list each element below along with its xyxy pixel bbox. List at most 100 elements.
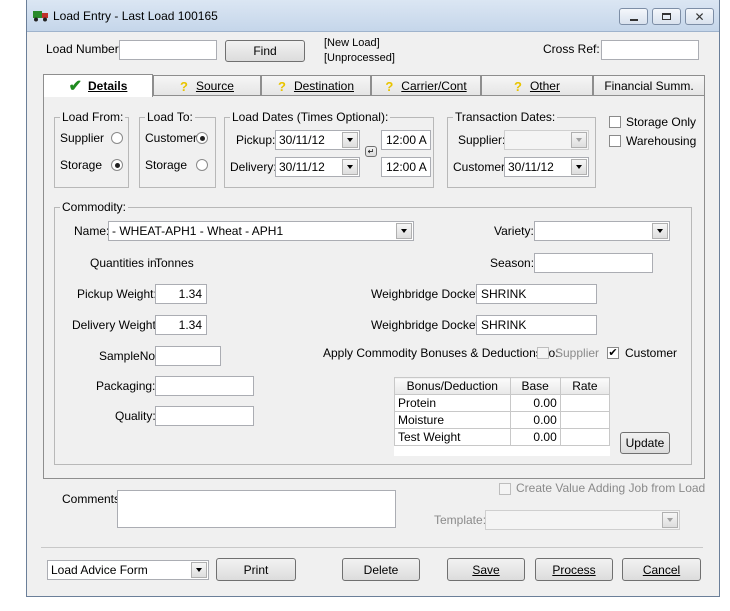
delivery-weight-input[interactable]: 1.34 (155, 315, 207, 335)
tab-details[interactable]: ✔ Details (43, 74, 153, 97)
transaction-dates-legend: Transaction Dates: (453, 110, 558, 124)
delete-button[interactable]: Delete (342, 558, 420, 581)
chevron-down-icon[interactable] (396, 223, 412, 239)
title-bar[interactable]: Load Entry - Last Load 100165 ✕ (27, 0, 719, 32)
tab-source[interactable]: ? Source (153, 75, 261, 96)
delivery-time-input[interactable]: 12:00 A (381, 157, 431, 177)
delivery-date-combo[interactable]: 30/11/12 (275, 157, 360, 177)
storage-only-checkbox[interactable] (609, 116, 621, 128)
print-button[interactable]: Print (216, 558, 296, 581)
save-button[interactable]: Save (447, 558, 525, 581)
transaction-customer-combo[interactable]: 30/11/12 (504, 157, 589, 177)
bonus-name-cell: Protein (394, 394, 511, 412)
season-input[interactable] (534, 253, 653, 273)
update-button[interactable]: Update (620, 432, 670, 454)
comments-textarea[interactable] (117, 490, 396, 528)
load-to-legend: Load To: (145, 110, 195, 124)
find-button[interactable]: Find (225, 40, 305, 62)
load-from-group (54, 117, 129, 188)
wb-docket1-input[interactable]: SHRINK (476, 284, 597, 304)
cross-ref-input[interactable] (601, 40, 699, 60)
table-row[interactable]: Test Weight 0.00 (394, 428, 611, 446)
season-label: Season: (490, 256, 535, 270)
cancel-label: Cancel (642, 562, 681, 577)
sampleno-input[interactable] (155, 346, 221, 366)
variety-combo[interactable] (534, 221, 670, 241)
bonus-base-cell[interactable]: 0.00 (509, 428, 561, 446)
tab-source-label: Source (195, 79, 234, 93)
packaging-input[interactable] (155, 376, 254, 396)
load-from-storage-radio[interactable] (111, 159, 123, 171)
load-to-group (139, 117, 216, 188)
tab-details-label: Details (88, 79, 128, 93)
commodity-name-combo[interactable]: - WHEAT-APH1 - Wheat - APH1 (108, 221, 414, 241)
chevron-down-icon[interactable] (342, 159, 358, 175)
pickup-date-combo[interactable]: 30/11/12 (275, 130, 360, 150)
copy-date-button[interactable]: ↵ (365, 146, 377, 157)
comments-label: Comments: (62, 492, 124, 506)
table-row[interactable]: Protein 0.00 (394, 394, 611, 412)
apply-customer-checkbox[interactable]: ✔ (607, 347, 619, 359)
chevron-down-icon[interactable] (662, 512, 678, 528)
footer-divider (41, 547, 703, 548)
bonus-rate-cell[interactable] (559, 428, 611, 446)
cancel-button[interactable]: Cancel (622, 558, 701, 581)
save-label: Save (472, 562, 500, 577)
load-from-supplier-radio[interactable] (111, 132, 123, 144)
tab-carrier-cont[interactable]: ? Carrier/Cont (371, 75, 481, 96)
load-to-storage-label: Storage (145, 158, 188, 172)
bonus-rate-cell[interactable] (559, 394, 611, 412)
column-header[interactable]: Bonus/Deduction (394, 377, 511, 395)
bonus-rate-cell[interactable] (559, 411, 611, 429)
close-button[interactable]: ✕ (685, 8, 714, 25)
warehousing-checkbox[interactable] (609, 135, 621, 147)
load-to-storage-radio[interactable] (196, 159, 208, 171)
load-number-input[interactable] (119, 40, 217, 60)
minimize-button[interactable] (619, 8, 648, 25)
apply-bonuses-label: Apply Commodity Bonuses & Deductions to: (323, 346, 559, 360)
table-row[interactable]: Moisture 0.00 (394, 411, 611, 429)
chevron-down-icon[interactable] (342, 132, 358, 148)
bonus-deduction-table: Bonus/Deduction Base Rate Protein 0.00 M… (394, 377, 611, 456)
tab-destination[interactable]: ? Destination (261, 75, 371, 96)
column-header[interactable]: Rate (559, 377, 611, 395)
load-from-supplier-label: Supplier (60, 131, 105, 145)
quality-label: Quality: (115, 409, 156, 423)
transaction-dates-group (447, 117, 596, 188)
process-button[interactable]: Process (535, 558, 613, 581)
template-combo[interactable] (485, 510, 680, 530)
commodity-name-label: Name: (74, 224, 110, 238)
warehousing-label: Warehousing (626, 134, 697, 148)
wb-docket2-input[interactable]: SHRINK (476, 315, 597, 335)
chevron-down-icon[interactable] (571, 159, 587, 175)
commodity-name-value: - WHEAT-APH1 - Wheat - APH1 (112, 224, 284, 238)
maximize-button[interactable] (652, 8, 681, 25)
form-select-combo[interactable]: Load Advice Form (47, 560, 209, 580)
variety-label: Variety: (494, 224, 534, 238)
tab-other[interactable]: ? Other (481, 75, 593, 96)
apply-customer-label: Customer (625, 346, 678, 360)
form-select-value: Load Advice Form (51, 563, 148, 577)
column-header[interactable]: Base (509, 377, 561, 395)
close-icon: ✕ (694, 9, 705, 24)
quantities-unit: Tonnes (155, 256, 194, 270)
tab-financial-summ[interactable]: Financial Summ. (593, 75, 705, 96)
load-dates-legend: Load Dates (Times Optional): (230, 110, 391, 124)
transaction-supplier-combo[interactable] (504, 130, 589, 150)
return-arrow-icon: ↵ (367, 147, 375, 156)
bonus-name-cell: Test Weight (394, 428, 511, 446)
quality-input[interactable] (155, 406, 254, 426)
bonus-base-cell[interactable]: 0.00 (509, 411, 561, 429)
create-job-checkbox[interactable] (499, 483, 511, 495)
bonus-base-cell[interactable]: 0.00 (509, 394, 561, 412)
wb-docket2-label: Weighbridge Docket: (371, 318, 483, 332)
transaction-supplier-label: Supplier: (458, 133, 506, 147)
load-to-customer-radio[interactable] (196, 132, 208, 144)
chevron-down-icon[interactable] (571, 132, 587, 148)
chevron-down-icon[interactable] (191, 562, 207, 578)
chevron-down-icon[interactable] (652, 223, 668, 239)
pickup-time-input[interactable]: 12:00 A (381, 130, 431, 150)
apply-supplier-checkbox[interactable] (537, 347, 549, 359)
pickup-weight-input[interactable]: 1.34 (155, 284, 207, 304)
maximize-icon (662, 13, 671, 20)
